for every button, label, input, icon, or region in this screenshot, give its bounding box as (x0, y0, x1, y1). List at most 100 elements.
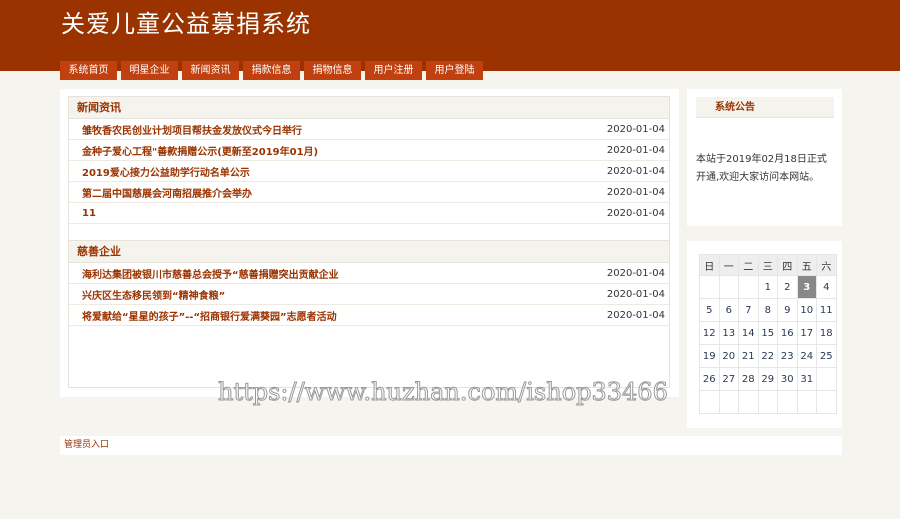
week-row: 1234 (699, 275, 837, 299)
item-date: 2020-01-04 (606, 123, 665, 135)
calendar-day[interactable]: 1 (757, 275, 778, 299)
calendar-day[interactable]: 21 (738, 344, 759, 368)
calendar-day[interactable]: 2 (777, 275, 798, 299)
calendar-day (816, 367, 837, 391)
main-nav: 系统首页 明星企业 新闻资讯 捐款信息 捐物信息 用户注册 用户登陆 (60, 61, 483, 80)
calendar-day[interactable]: 5 (699, 298, 720, 322)
calendar-day (738, 275, 759, 299)
calendar-day[interactable]: 3 (796, 275, 817, 299)
calendar-day[interactable]: 11 (816, 298, 837, 322)
list-item: 雏牧香农民创业计划项目帮扶金发放仪式今日举行 2020-01-04 (69, 119, 669, 140)
weekday: 四 (777, 254, 798, 276)
notice-title: 系统公告 (696, 97, 834, 118)
item-link[interactable]: 11 (82, 208, 96, 219)
item-link[interactable]: 第二届中国慈展会河南招展推介会举办 (82, 185, 252, 200)
calendar-day (718, 390, 739, 414)
content-box: 新闻资讯 雏牧香农民创业计划项目帮扶金发放仪式今日举行 2020-01-04 金种子… (68, 96, 670, 388)
charity-list: 海利达集团被银川市慈善总会授予“慈善捐赠突出贡献企业 2020-01-04 兴庆区生… (69, 263, 669, 326)
item-date: 2020-01-04 (606, 207, 665, 219)
charity-section-title: 慈善企业 (69, 241, 669, 263)
calendar-day[interactable]: 8 (757, 298, 778, 322)
calendar-day (718, 275, 739, 299)
notice-text: 本站于2019年02月18日正式开通,欢迎大家访问本网站。 (696, 154, 827, 183)
calendar-day[interactable]: 24 (796, 344, 817, 368)
item-date: 2020-01-04 (606, 309, 665, 321)
calendar-day[interactable]: 10 (796, 298, 817, 322)
weekday: 二 (738, 254, 759, 276)
nav-tab[interactable]: 系统首页 (60, 61, 117, 80)
weekday: 三 (757, 254, 778, 276)
item-link[interactable]: 将爱献给“星星的孩子”--“招商银行爱满葵园”志愿者活动 (82, 308, 337, 323)
nav-tab[interactable]: 捐款信息 (243, 61, 300, 80)
weekday: 五 (796, 254, 817, 276)
calendar-day[interactable]: 31 (796, 367, 817, 391)
weekday: 日 (699, 254, 720, 276)
item-date: 2020-01-04 (606, 144, 665, 156)
calendar-day[interactable]: 28 (738, 367, 759, 391)
week-row (699, 390, 837, 414)
item-date: 2020-01-04 (606, 267, 665, 279)
list-item: 兴庆区生态移民领到“精神食粮” 2020-01-04 (69, 284, 669, 305)
list-item: 11 2020-01-04 (69, 203, 669, 224)
weekday: 一 (718, 254, 739, 276)
nav-tab[interactable]: 用户注册 (365, 61, 422, 80)
week-row: 12 13 14 15 16 17 18 (699, 321, 837, 345)
calendar-day[interactable]: 26 (699, 367, 720, 391)
item-link[interactable]: 兴庆区生态移民领到“精神食粮” (82, 287, 225, 302)
calendar-day[interactable]: 17 (796, 321, 817, 345)
weekday: 六 (816, 254, 837, 276)
weekday-row: 日一二三四五六 (699, 254, 837, 276)
list-item: 将爱献给“星星的孩子”--“招商银行爱满葵园”志愿者活动 2020-01-04 (69, 305, 669, 326)
content-panel: 新闻资讯 雏牧香农民创业计划项目帮扶金发放仪式今日举行 2020-01-04 金种子… (60, 89, 679, 397)
calendar: 日一二三四五六 1 2 3 4 5 6 7 8 9 10 11 12 13 14 15 16 17 18 19 20 21… (699, 254, 837, 414)
calendar-panel: 日一二三四五六 1 2 3 4 5 6 7 8 9 10 11 12 13 14 15 16 17 18 19 20 21… (687, 241, 842, 428)
item-date: 2020-01-04 (606, 186, 665, 198)
week-row: 19 20 21 22 23 24 25 (699, 344, 837, 368)
calendar-day[interactable]: 18 (816, 321, 837, 345)
calendar-day[interactable]: 30 (777, 367, 798, 391)
calendar-day[interactable]: 7 (738, 298, 759, 322)
item-date: 2020-01-04 (606, 288, 665, 300)
calendar-day (777, 390, 798, 414)
notice-panel: 系统公告 本站于2019年02月18日正式开通,欢迎大家访问本网站。 (687, 89, 842, 226)
item-link[interactable]: 金种子爱心工程"善款捐赠公示(更新至2019年01月) (82, 143, 318, 158)
item-link[interactable]: 雏牧香农民创业计划项目帮扶金发放仪式今日举行 (82, 122, 302, 137)
calendar-day (699, 275, 720, 299)
nav-tab[interactable]: 用户登陆 (426, 61, 483, 80)
nav-tab[interactable]: 捐物信息 (304, 61, 361, 80)
item-date: 2020-01-04 (606, 165, 665, 177)
list-item: 金种子爱心工程"善款捐赠公示(更新至2019年01月) 2020-01-04 (69, 140, 669, 161)
week-row: 5 6 7 8 9 10 11 (699, 298, 837, 322)
calendar-day[interactable]: 20 (718, 344, 739, 368)
nav-tab[interactable]: 明星企业 (121, 61, 178, 80)
news-section-title: 新闻资讯 (69, 97, 669, 119)
calendar-day (738, 390, 759, 414)
list-item: 2019爱心接力公益助学行动名单公示 2020-01-04 (69, 161, 669, 182)
watermark: https://www.huzhan.com/ishop33466 (218, 378, 669, 407)
calendar-day[interactable]: 29 (757, 367, 778, 391)
calendar-day[interactable]: 6 (718, 298, 739, 322)
calendar-day[interactable]: 13 (718, 321, 739, 345)
calendar-day[interactable]: 23 (777, 344, 798, 368)
admin-login-link[interactable]: 管理员入口 (64, 440, 109, 450)
calendar-day[interactable]: 4 (816, 275, 837, 299)
site-title: 关爱儿童公益募捐系统 (61, 10, 311, 38)
item-link[interactable]: 海利达集团被银川市慈善总会授予“慈善捐赠突出贡献企业 (82, 266, 339, 281)
calendar-day (757, 390, 778, 414)
calendar-day[interactable]: 25 (816, 344, 837, 368)
calendar-day[interactable]: 27 (718, 367, 739, 391)
calendar-day[interactable]: 12 (699, 321, 720, 345)
calendar-day (796, 390, 817, 414)
calendar-day[interactable]: 22 (757, 344, 778, 368)
item-link[interactable]: 2019爱心接力公益助学行动名单公示 (82, 164, 250, 179)
calendar-day[interactable]: 15 (757, 321, 778, 345)
calendar-day[interactable]: 9 (777, 298, 798, 322)
calendar-day[interactable]: 19 (699, 344, 720, 368)
footer: 管理员入口 (60, 436, 842, 455)
nav-tab[interactable]: 新闻资讯 (182, 61, 239, 80)
list-item: 海利达集团被银川市慈善总会授予“慈善捐赠突出贡献企业 2020-01-04 (69, 263, 669, 284)
header: 关爱儿童公益募捐系统 系统首页 明星企业 新闻资讯 捐款信息 捐物信息 用户注册 用户登陆 (0, 0, 900, 80)
calendar-day[interactable]: 16 (777, 321, 798, 345)
calendar-day[interactable]: 14 (738, 321, 759, 345)
calendar-day (699, 390, 720, 414)
